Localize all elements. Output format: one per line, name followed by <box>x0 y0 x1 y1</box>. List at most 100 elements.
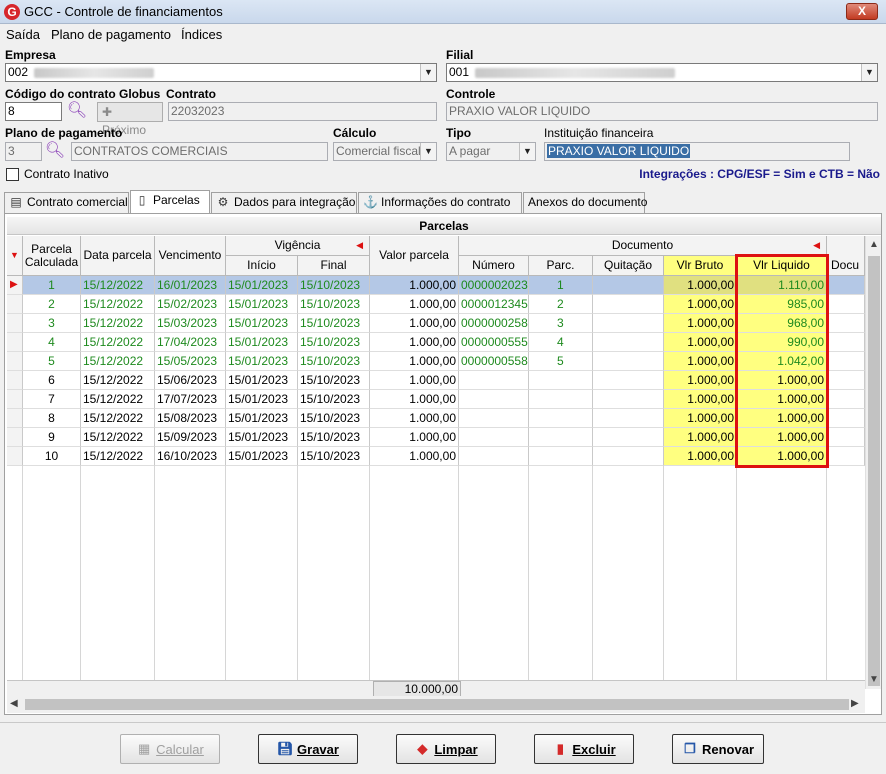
cell-vlr-liquido[interactable]: 985,00 <box>737 295 827 314</box>
cell-vencimento[interactable]: 15/09/2023 <box>155 428 226 447</box>
cell-valor-parcela[interactable]: 1.000,00 <box>370 390 459 409</box>
vertical-scrollbar[interactable]: ▲ ▼ <box>865 236 881 689</box>
row-indicator[interactable] <box>7 333 23 352</box>
cell-parcela[interactable]: 2 <box>23 295 81 314</box>
proximo-button[interactable]: ✚ Próximo <box>97 102 163 137</box>
cell-docu[interactable] <box>827 371 865 390</box>
cell-parcela[interactable]: 7 <box>23 390 81 409</box>
cell-quitacao[interactable] <box>593 409 664 428</box>
cell-quitacao[interactable] <box>593 371 664 390</box>
cell-parcela[interactable]: 4 <box>23 333 81 352</box>
calcular-button[interactable]: ▦ Calcular <box>120 734 220 764</box>
cell-docu[interactable] <box>827 276 865 295</box>
tab-contrato-comercial[interactable]: ▤ Contrato comercial <box>4 192 129 213</box>
cell-vlr-bruto[interactable]: 1.000,00 <box>664 314 737 333</box>
cell-final[interactable]: 15/10/2023 <box>298 276 370 295</box>
tab-dados-integracao[interactable]: ⚙ Dados para integração <box>211 192 357 213</box>
cell-quitacao[interactable] <box>593 447 664 466</box>
filial-select[interactable]: 001 ▼ <box>446 63 878 82</box>
cell-vencimento[interactable]: 17/07/2023 <box>155 390 226 409</box>
cell-vlr-bruto[interactable]: 1.000,00 <box>664 390 737 409</box>
scroll-thumb[interactable] <box>25 699 849 710</box>
cell-docu[interactable] <box>827 333 865 352</box>
cell-data-parcela[interactable]: 15/12/2022 <box>81 333 155 352</box>
cell-vencimento[interactable]: 15/03/2023 <box>155 314 226 333</box>
cell-quitacao[interactable] <box>593 314 664 333</box>
cell-numero[interactable] <box>459 409 529 428</box>
cell-valor-parcela[interactable]: 1.000,00 <box>370 409 459 428</box>
cell-vlr-bruto[interactable]: 1.000,00 <box>664 447 737 466</box>
cell-numero[interactable]: 0000000258 <box>459 314 529 333</box>
cell-quitacao[interactable] <box>593 333 664 352</box>
cell-docu[interactable] <box>827 314 865 333</box>
cell-numero[interactable]: 0000002023 <box>459 276 529 295</box>
cell-inicio[interactable]: 15/01/2023 <box>226 390 298 409</box>
header-vencimento[interactable]: Vencimento <box>155 236 226 276</box>
cell-docu[interactable] <box>827 428 865 447</box>
cell-vlr-liquido[interactable]: 1.000,00 <box>737 447 827 466</box>
cell-data-parcela[interactable]: 15/12/2022 <box>81 352 155 371</box>
controle-field[interactable]: PRAXIO VALOR LIQUIDO <box>446 102 878 121</box>
cell-parcela[interactable]: 6 <box>23 371 81 390</box>
cell-valor-parcela[interactable]: 1.000,00 <box>370 447 459 466</box>
cell-numero[interactable] <box>459 447 529 466</box>
cell-vlr-liquido[interactable]: 1.110,00 <box>737 276 827 295</box>
horizontal-scrollbar[interactable]: ◀ ▶ <box>7 696 865 713</box>
cell-inicio[interactable]: 15/01/2023 <box>226 409 298 428</box>
cell-quitacao[interactable] <box>593 352 664 371</box>
menu-item-indices[interactable]: Índices <box>181 27 222 42</box>
cell-docu[interactable] <box>827 390 865 409</box>
cell-inicio[interactable]: 15/01/2023 <box>226 447 298 466</box>
cell-parcela[interactable]: 3 <box>23 314 81 333</box>
tipo-select[interactable]: A pagar ▼ <box>446 142 536 161</box>
cell-parc[interactable]: 3 <box>529 314 593 333</box>
cell-vencimento[interactable]: 15/08/2023 <box>155 409 226 428</box>
cell-parc[interactable]: 5 <box>529 352 593 371</box>
tab-informacoes-contrato[interactable]: ⚓ Informações do contrato <box>358 192 522 213</box>
row-indicator[interactable] <box>7 447 23 466</box>
cell-numero[interactable]: 0000000555 <box>459 333 529 352</box>
cell-quitacao[interactable] <box>593 295 664 314</box>
instituicao-field[interactable]: PRAXIO VALOR LIQUIDO <box>544 142 850 161</box>
scroll-up-icon[interactable]: ▲ <box>869 239 879 250</box>
header-quitacao[interactable]: Quitação <box>593 256 664 276</box>
scroll-down-icon[interactable]: ▼ <box>869 674 879 685</box>
cell-vlr-bruto[interactable]: 1.000,00 <box>664 428 737 447</box>
cell-vlr-bruto[interactable]: 1.000,00 <box>664 352 737 371</box>
cell-parcela[interactable]: 10 <box>23 447 81 466</box>
cell-numero[interactable]: 0000012345 <box>459 295 529 314</box>
header-data-parcela[interactable]: Data parcela <box>81 236 155 276</box>
row-indicator[interactable] <box>7 314 23 333</box>
contrato-field[interactable]: 22032023 <box>168 102 437 121</box>
row-indicator[interactable] <box>7 428 23 447</box>
cell-inicio[interactable]: 15/01/2023 <box>226 295 298 314</box>
header-valor-parcela[interactable]: Valor parcela <box>370 236 459 276</box>
menu-item-plano-pagamento[interactable]: Plano de pagamento <box>51 27 171 42</box>
cell-final[interactable]: 15/10/2023 <box>298 333 370 352</box>
cell-numero[interactable]: 0000000558 <box>459 352 529 371</box>
cell-data-parcela[interactable]: 15/12/2022 <box>81 314 155 333</box>
cell-numero[interactable] <box>459 390 529 409</box>
cell-data-parcela[interactable]: 15/12/2022 <box>81 390 155 409</box>
header-parc[interactable]: Parc. <box>529 256 593 276</box>
cell-final[interactable]: 15/10/2023 <box>298 314 370 333</box>
header-inicio[interactable]: Início <box>226 256 298 276</box>
cell-vlr-liquido[interactable]: 1.000,00 <box>737 409 827 428</box>
cell-docu[interactable] <box>827 409 865 428</box>
cell-vlr-liquido[interactable]: 1.042,00 <box>737 352 827 371</box>
cell-parc[interactable]: 2 <box>529 295 593 314</box>
cell-valor-parcela[interactable]: 1.000,00 <box>370 314 459 333</box>
cell-vlr-bruto[interactable]: 1.000,00 <box>664 333 737 352</box>
cell-quitacao[interactable] <box>593 390 664 409</box>
cell-valor-parcela[interactable]: 1.000,00 <box>370 428 459 447</box>
cell-valor-parcela[interactable]: 1.000,00 <box>370 352 459 371</box>
renovar-button[interactable]: ❐ Renovar <box>672 734 764 764</box>
row-indicator[interactable] <box>7 371 23 390</box>
calculo-select[interactable]: Comercial fiscal ▼ <box>333 142 437 161</box>
cell-vlr-liquido[interactable]: 968,00 <box>737 314 827 333</box>
cell-docu[interactable] <box>827 447 865 466</box>
cell-quitacao[interactable] <box>593 428 664 447</box>
chevron-down-icon[interactable]: ▼ <box>420 143 436 160</box>
cell-vlr-liquido[interactable]: 1.000,00 <box>737 428 827 447</box>
scroll-thumb[interactable] <box>868 256 880 686</box>
